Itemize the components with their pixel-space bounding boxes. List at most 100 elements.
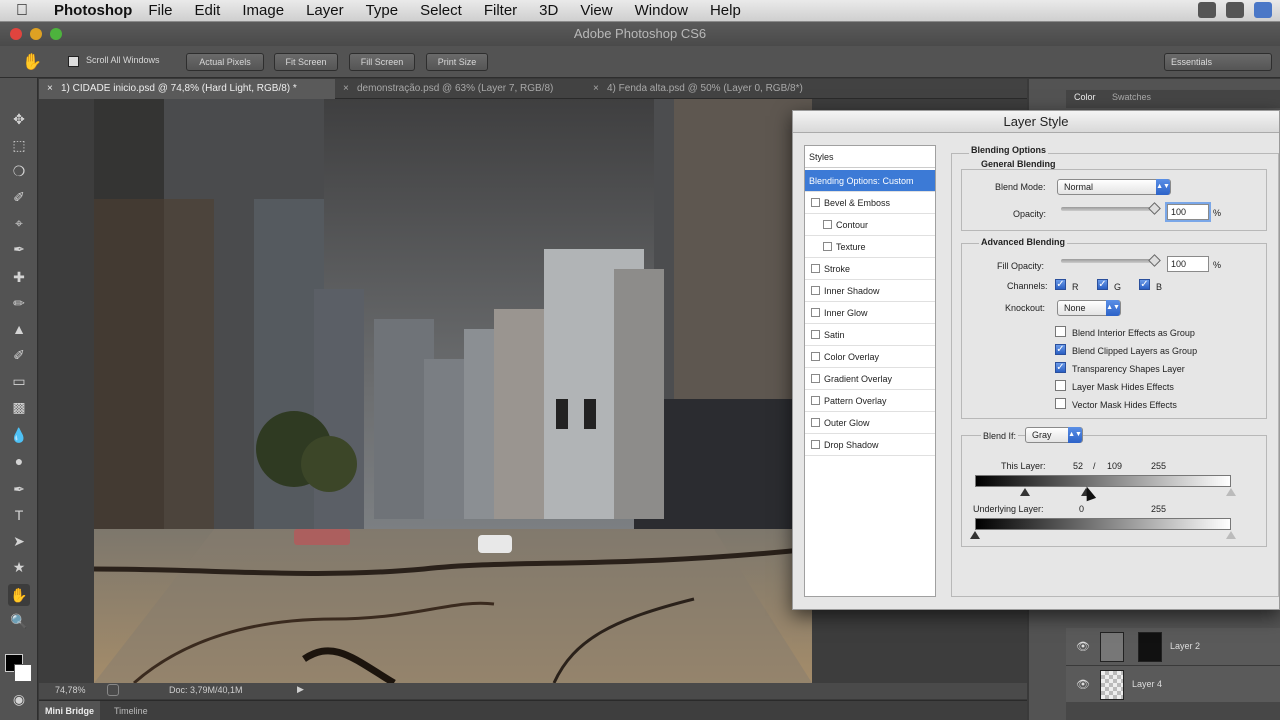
menu-image[interactable]: Image <box>242 2 284 19</box>
style-item-gradient-overlay[interactable]: Gradient Overlay <box>805 368 935 390</box>
display-icon[interactable] <box>1226 2 1244 18</box>
opacity-input[interactable]: 100 <box>1165 202 1211 222</box>
knockout-select[interactable]: None ▲▼ <box>1057 300 1121 316</box>
fill-screen-button[interactable]: Fill Screen <box>349 53 415 71</box>
hand-tool-icon[interactable]: ✋ <box>22 52 42 72</box>
type-tool-icon[interactable]: T <box>8 504 30 526</box>
blend-clipped-checkbox[interactable]: ✓ <box>1055 344 1066 355</box>
zoom-level[interactable]: 74,78% <box>55 685 86 695</box>
fill-opacity-slider[interactable] <box>1061 259 1153 263</box>
gradient-tool-icon[interactable]: ▩ <box>8 396 30 418</box>
style-item-pattern-overlay[interactable]: Pattern Overlay <box>805 390 935 412</box>
crop-tool-icon[interactable]: ⌖ <box>8 212 30 234</box>
layer-row[interactable]: 👁 Layer 2 <box>1066 628 1280 666</box>
styles-header[interactable]: Styles <box>805 146 935 168</box>
transparency-shapes-checkbox[interactable]: ✓ <box>1055 362 1066 373</box>
move-tool-icon[interactable]: ✥ <box>8 108 30 130</box>
menu-filter[interactable]: Filter <box>484 2 517 19</box>
close-tab-icon[interactable]: × <box>47 79 53 99</box>
menu-app-name[interactable]: Photoshop <box>54 2 132 19</box>
channel-b-checkbox[interactable]: ✓ <box>1139 279 1150 290</box>
style-checkbox[interactable] <box>811 330 820 339</box>
close-tab-icon[interactable]: × <box>343 79 349 99</box>
stamp-tool-icon[interactable]: ▲ <box>8 318 30 340</box>
style-item-bevel-emboss[interactable]: Bevel & Emboss <box>805 192 935 214</box>
underlying-black-slider[interactable] <box>970 531 980 539</box>
background-color-swatch[interactable] <box>14 664 32 682</box>
blend-interior-checkbox[interactable] <box>1055 326 1066 337</box>
close-window-icon[interactable] <box>10 28 22 40</box>
tab-demonstracao[interactable]: × demonstração.psd @ 63% (Layer 7, RGB/8… <box>335 79 581 99</box>
menu-edit[interactable]: Edit <box>195 2 221 19</box>
path-select-tool-icon[interactable]: ➤ <box>8 530 30 552</box>
channel-r-checkbox[interactable]: ✓ <box>1055 279 1066 290</box>
style-checkbox[interactable] <box>811 308 820 317</box>
script-icon[interactable] <box>1254 2 1272 18</box>
this-layer-black-slider-left[interactable] <box>1020 488 1030 496</box>
apple-icon[interactable]:  <box>16 2 40 20</box>
quick-mask-icon[interactable]: ◉ <box>8 688 30 710</box>
image-canvas[interactable] <box>94 99 812 683</box>
shape-tool-icon[interactable]: ★ <box>8 556 30 578</box>
fill-opacity-input[interactable]: 100 <box>1167 256 1209 272</box>
style-checkbox[interactable] <box>811 374 820 383</box>
style-item-inner-shadow[interactable]: Inner Shadow <box>805 280 935 302</box>
opacity-slider[interactable] <box>1061 207 1153 211</box>
eraser-tool-icon[interactable]: ▭ <box>8 370 30 392</box>
style-checkbox[interactable] <box>811 352 820 361</box>
dodge-tool-icon[interactable]: ● <box>8 450 30 472</box>
style-checkbox[interactable] <box>823 220 832 229</box>
close-tab-icon[interactable]: × <box>593 79 599 99</box>
channel-g-checkbox[interactable]: ✓ <box>1097 279 1108 290</box>
menu-3d[interactable]: 3D <box>539 2 558 19</box>
style-item-texture[interactable]: Texture <box>805 236 935 258</box>
history-brush-icon[interactable]: ✐ <box>8 344 30 366</box>
blend-if-select[interactable]: Gray ▲▼ <box>1025 427 1083 443</box>
fit-screen-button[interactable]: Fit Screen <box>274 53 338 71</box>
style-item-color-overlay[interactable]: Color Overlay <box>805 346 935 368</box>
menu-file[interactable]: File <box>148 2 172 19</box>
camera-icon[interactable] <box>1198 2 1216 18</box>
layer-row[interactable]: 👁 Layer 4 <box>1066 666 1280 704</box>
tab-timeline[interactable]: Timeline <box>114 706 148 716</box>
lasso-tool-icon[interactable]: ❍ <box>8 160 30 182</box>
status-share-icon[interactable] <box>107 684 119 696</box>
quick-select-tool-icon[interactable]: ✐ <box>8 186 30 208</box>
tab-swatches[interactable]: Swatches <box>1112 92 1151 102</box>
this-layer-white-slider[interactable] <box>1226 488 1236 496</box>
style-checkbox[interactable] <box>811 396 820 405</box>
blend-mode-select[interactable]: Normal ▲▼ <box>1057 179 1171 195</box>
visibility-eye-icon[interactable]: 👁 <box>1076 640 1090 653</box>
menu-type[interactable]: Type <box>366 2 399 19</box>
layer-mask-hides-checkbox[interactable] <box>1055 380 1066 391</box>
style-checkbox[interactable] <box>811 418 820 427</box>
actual-pixels-button[interactable]: Actual Pixels <box>186 53 264 71</box>
hand-tool-icon[interactable]: ✋ <box>8 584 30 606</box>
visibility-eye-icon[interactable]: 👁 <box>1076 678 1090 691</box>
menu-layer[interactable]: Layer <box>306 2 344 19</box>
brush-tool-icon[interactable]: ✏ <box>8 292 30 314</box>
healing-brush-icon[interactable]: ✚ <box>8 266 30 288</box>
layer-mask-thumbnail[interactable] <box>1138 632 1162 662</box>
status-menu-arrow-icon[interactable]: ▶ <box>297 684 304 695</box>
tab-mini-bridge[interactable]: Mini Bridge <box>39 701 100 720</box>
style-item-drop-shadow[interactable]: Drop Shadow <box>805 434 935 456</box>
zoom-tool-icon[interactable]: 🔍 <box>8 610 30 632</box>
style-item-contour[interactable]: Contour <box>805 214 935 236</box>
style-item-inner-glow[interactable]: Inner Glow <box>805 302 935 324</box>
menu-select[interactable]: Select <box>420 2 462 19</box>
blur-tool-icon[interactable]: 💧 <box>8 424 30 446</box>
style-item-stroke[interactable]: Stroke <box>805 258 935 280</box>
menu-view[interactable]: View <box>580 2 612 19</box>
style-checkbox[interactable] <box>811 198 820 207</box>
tab-cidade[interactable]: × 1) CIDADE inicio.psd @ 74,8% (Hard Lig… <box>39 79 335 99</box>
pen-tool-icon[interactable]: ✒ <box>8 478 30 500</box>
underlying-white-slider[interactable] <box>1226 531 1236 539</box>
vector-mask-hides-checkbox[interactable] <box>1055 398 1066 409</box>
style-checkbox[interactable] <box>811 440 820 449</box>
tab-color[interactable]: Color <box>1074 92 1096 102</box>
menu-window[interactable]: Window <box>635 2 688 19</box>
style-item-outer-glow[interactable]: Outer Glow <box>805 412 935 434</box>
eyedropper-tool-icon[interactable]: ✒ <box>8 238 30 260</box>
workspace-select[interactable]: Essentials <box>1164 53 1272 71</box>
